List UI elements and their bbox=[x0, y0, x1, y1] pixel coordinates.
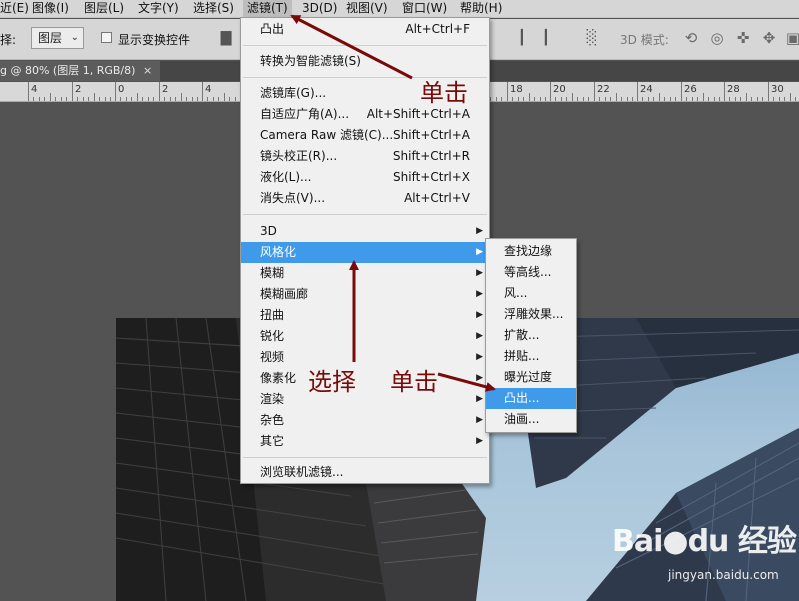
arrow-to-extrude bbox=[437, 372, 496, 392]
arrow-to-filter-menu bbox=[290, 14, 413, 80]
watermark-logo: Bai●du 经验 bbox=[612, 524, 797, 559]
watermark-url: jingyan.baidu.com bbox=[668, 568, 779, 582]
annotation-click-right: 单击 bbox=[390, 368, 438, 396]
annotation-arrows bbox=[290, 14, 496, 392]
annotation-click-top: 单击 bbox=[420, 79, 468, 107]
annotation-select: 选择 bbox=[308, 368, 356, 396]
